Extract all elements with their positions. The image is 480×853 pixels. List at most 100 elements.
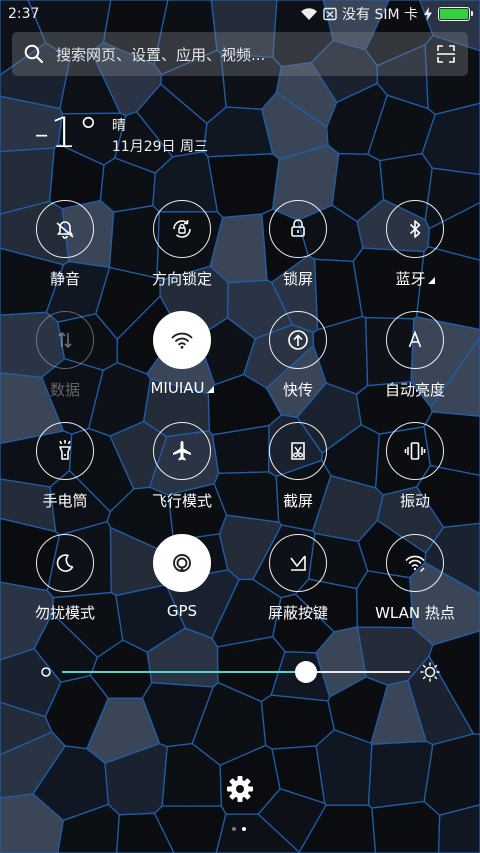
toggle-button[interactable] [386, 422, 444, 480]
toggle-button[interactable] [386, 200, 444, 258]
more-options-icon[interactable] [206, 386, 214, 393]
moon-icon [56, 554, 74, 572]
toggle-label: 勿扰模式 [10, 602, 120, 623]
lock-icon [291, 219, 305, 237]
scan-icon[interactable] [436, 44, 456, 64]
toggle-label-text: 振动 [399, 492, 430, 510]
brightness-track [305, 671, 410, 673]
toggle-mobile-data[interactable]: 数据 [10, 311, 120, 400]
rotation-lock-icon [173, 220, 191, 238]
page-indicator [232, 827, 246, 831]
toggle-label: 手电筒 [10, 490, 120, 511]
transfer-icon [288, 330, 308, 350]
toggle-block-keys[interactable]: 屏蔽按键 [243, 534, 353, 623]
toggle-label-text: 数据 [49, 381, 80, 399]
weather-condition: 晴 [111, 118, 126, 134]
toggle-button[interactable] [153, 534, 211, 592]
toggle-button[interactable] [36, 200, 94, 258]
search-placeholder: 搜索网页、设置、应用、视频... [56, 45, 266, 64]
toggle-button[interactable] [269, 200, 327, 258]
auto-brightness-icon [408, 330, 422, 348]
brightness-track-filled [62, 671, 306, 673]
toggle-screenshot[interactable]: 截屏 [243, 422, 353, 511]
toggle-button[interactable] [269, 534, 327, 592]
toggle-label: 飞行模式 [127, 490, 237, 511]
weather-widget[interactable]: -1° 晴 11月29日 周三 [34, 110, 208, 158]
toggle-gps[interactable]: GPS [127, 534, 237, 620]
status-time: 2:37 [8, 6, 40, 22]
toggle-button[interactable] [36, 311, 94, 369]
more-options-icon[interactable] [427, 277, 435, 284]
toggle-airplane[interactable]: 飞行模式 [127, 422, 237, 511]
mobile-data-icon [58, 331, 72, 349]
toggle-button[interactable] [153, 200, 211, 258]
toggle-label: 截屏 [243, 490, 353, 511]
toggle-label: 屏蔽按键 [243, 602, 353, 623]
bluetooth-icon [409, 220, 421, 238]
toggle-rotation-lock[interactable]: 方向锁定 [127, 200, 237, 289]
toggle-button[interactable] [386, 311, 444, 369]
toggle-flashlight[interactable]: 手电筒 [10, 422, 120, 511]
weather-date: 11月29日 周三 [111, 139, 208, 155]
toggle-button[interactable] [153, 311, 211, 369]
no-sim-icon [323, 7, 337, 21]
hotspot-icon [405, 555, 425, 572]
toggle-bell-off[interactable]: 静音 [10, 200, 120, 289]
toggle-label: GPS [127, 602, 237, 620]
toggle-label-text: GPS [166, 602, 198, 620]
brightness-slider[interactable] [40, 658, 440, 686]
toggle-label-text: 方向锁定 [151, 270, 212, 288]
toggle-label-text: 静音 [49, 270, 80, 288]
wallpaper-cell [367, 740, 434, 809]
toggle-wifi[interactable]: MIUIAU [127, 311, 237, 397]
brightness-thumb[interactable] [294, 661, 317, 683]
wifi-signal-icon [301, 8, 317, 20]
block-keys-icon [290, 555, 306, 571]
brightness-low-icon [41, 667, 51, 677]
toggle-label-text: 手电筒 [42, 492, 88, 510]
flashlight-icon [59, 440, 71, 460]
toggle-button[interactable] [36, 422, 94, 480]
toggle-label: 蓝牙 [360, 268, 470, 289]
toggle-label: WLAN 热点 [360, 602, 470, 623]
temperature: -1° [34, 108, 100, 157]
toggle-label: 振动 [360, 490, 470, 511]
toggle-label-text: 截屏 [282, 492, 313, 510]
airplane-icon [173, 441, 191, 461]
page-dot [232, 827, 236, 831]
toggle-label-text: 快传 [282, 381, 313, 399]
toggle-label-text: 飞行模式 [151, 492, 212, 510]
toggle-button[interactable] [269, 311, 327, 369]
toggle-label: MIUIAU [127, 379, 237, 397]
toggle-bluetooth[interactable]: 蓝牙 [360, 200, 470, 289]
battery-icon [438, 7, 473, 21]
toggle-label: 数据 [10, 379, 120, 400]
toggle-button[interactable] [36, 534, 94, 592]
toggle-button[interactable] [269, 422, 327, 480]
toggle-label-text: WLAN 热点 [375, 604, 455, 622]
toggle-auto-brightness[interactable]: 自动亮度 [360, 311, 470, 400]
toggle-transfer[interactable]: 快传 [243, 311, 353, 400]
toggle-lock[interactable]: 锁屏 [243, 200, 353, 289]
wallpaper-cell [423, 733, 480, 817]
settings-gear-icon[interactable] [225, 774, 255, 804]
wallpaper-cell [371, 800, 441, 853]
toggle-label-text: 蓝牙 [395, 270, 426, 288]
toggle-hotspot[interactable]: WLAN 热点 [360, 534, 470, 623]
screenshot-icon [291, 442, 305, 460]
toggle-button[interactable] [153, 422, 211, 480]
status-bar: 2:37 没有 SIM 卡 [0, 0, 480, 28]
toggle-button[interactable] [386, 534, 444, 592]
wifi-icon [171, 332, 193, 349]
toggle-label: 快传 [243, 379, 353, 400]
toggle-label-text: 自动亮度 [384, 381, 445, 399]
toggle-label: 方向锁定 [127, 268, 237, 289]
toggle-label-text: MIUIAU [150, 379, 205, 397]
toggle-moon[interactable]: 勿扰模式 [10, 534, 120, 623]
gps-icon [173, 554, 191, 572]
bell-off-icon [56, 221, 74, 239]
search-bar[interactable]: 搜索网页、设置、应用、视频... [12, 32, 468, 76]
toggle-vibrate[interactable]: 振动 [360, 422, 470, 511]
toggle-label: 自动亮度 [360, 379, 470, 400]
toggle-label: 静音 [10, 268, 120, 289]
